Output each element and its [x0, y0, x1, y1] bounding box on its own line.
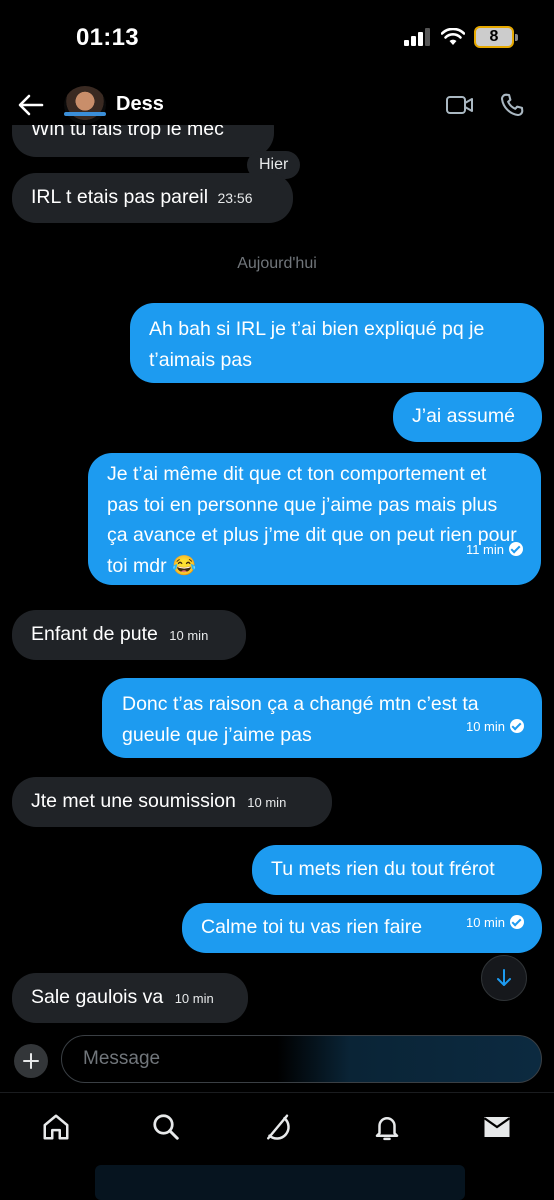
plus-icon [23, 1053, 39, 1069]
message-bubble-outgoing[interactable]: Tu mets rien du tout frérot [252, 845, 542, 895]
message-text: Tu mets rien du tout frérot [271, 858, 495, 880]
nav-notifications[interactable] [367, 1107, 407, 1147]
contact-name[interactable]: Dess [116, 93, 164, 116]
message-placeholder: Message [83, 1048, 161, 1069]
message-time: 10 min [465, 915, 505, 930]
battery-level: 8 [489, 28, 499, 45]
read-check-icon [510, 719, 524, 733]
home-icon [43, 1114, 69, 1140]
nav-messages[interactable] [477, 1107, 517, 1147]
message-bubble-incoming[interactable]: Sale gaulois va 10 min [12, 973, 248, 1023]
message-text: J’ai assumé [412, 405, 515, 427]
arrow-down-icon [497, 969, 511, 986]
bottom-overlay [95, 1165, 465, 1200]
notifications-icon [375, 1117, 399, 1141]
message-text: Wlh tu fais trop le mec [31, 125, 224, 140]
back-button[interactable] [14, 88, 48, 122]
message-status: 11 min [466, 535, 523, 566]
messages-icon [483, 1117, 511, 1137]
arrow-left-icon [18, 94, 44, 116]
message-input[interactable]: Message [61, 1035, 542, 1083]
status-bar: 01:13 8 [0, 0, 554, 78]
voice-call-button[interactable] [496, 90, 528, 120]
add-attachment-button[interactable] [14, 1044, 48, 1078]
conversation-header: Dess [0, 78, 554, 132]
video-camera-icon [446, 96, 473, 114]
nav-grok[interactable] [257, 1107, 297, 1147]
wifi-icon [441, 28, 465, 45]
message-bubble-outgoing[interactable]: Donc t’as raison ça a changé mtn c’est t… [102, 678, 542, 758]
day-separator: Aujourd'hui [237, 255, 317, 272]
message-time: 10 min [169, 628, 209, 643]
message-bubble-incoming[interactable]: Wlh tu fais trop le mec [12, 125, 274, 157]
avatar[interactable] [64, 86, 106, 124]
signal-icon [404, 28, 430, 46]
phone-icon [500, 93, 524, 117]
message-bubble-incoming[interactable]: IRL t etais pas pareil 23:56 [12, 173, 293, 223]
message-text: Ah bah si IRL je t’ai bien expliqué pq j… [149, 318, 485, 371]
message-time: 10 min [247, 795, 287, 810]
message-list[interactable]: Wlh tu fais trop le mec Hier IRL t etais… [0, 125, 554, 1025]
message-bubble-outgoing[interactable]: Je t’ai même dit que ct ton comportement… [88, 453, 541, 585]
message-status: 10 min [466, 907, 524, 938]
message-bubble-outgoing[interactable]: Ah bah si IRL je t’ai bien expliqué pq j… [130, 303, 544, 383]
message-bubble-outgoing[interactable]: Calme toi tu vas rien faire 10 min [182, 903, 542, 953]
message-text: Enfant de pute [31, 623, 158, 645]
search-icon [153, 1114, 179, 1140]
nav-home[interactable] [36, 1107, 76, 1147]
message-time: 11 min [465, 541, 504, 557]
read-check-icon [509, 541, 523, 556]
message-bubble-incoming[interactable]: Enfant de pute 10 min [12, 610, 246, 660]
message-time: 23:56 [217, 190, 253, 206]
message-bubble-outgoing[interactable]: J’ai assumé [393, 392, 542, 442]
message-time: 10 min [465, 719, 505, 734]
status-icons: 8 [404, 26, 518, 48]
message-text: Jte met une soumission [31, 790, 236, 812]
video-call-button[interactable] [444, 90, 476, 120]
grok-icon [267, 1114, 290, 1140]
bottom-navigation [0, 1092, 554, 1159]
message-composer: Message [0, 1035, 554, 1085]
read-check-icon [510, 915, 524, 929]
message-text: Sale gaulois va [31, 986, 164, 1008]
nav-search[interactable] [146, 1107, 186, 1147]
message-status: 10 min [466, 711, 524, 742]
message-text: Donc t’as raison ça a changé mtn c’est t… [122, 693, 479, 746]
status-time: 01:13 [76, 24, 139, 51]
battery-icon: 8 [474, 26, 518, 48]
message-text: IRL t etais pas pareil [31, 186, 209, 208]
message-text: Je t’ai même dit que ct ton comportement… [107, 463, 517, 577]
message-time: 10 min [174, 991, 214, 1006]
message-text: Calme toi tu vas rien faire [201, 916, 423, 938]
scroll-to-bottom-button[interactable] [481, 955, 527, 1001]
message-bubble-incoming[interactable]: Jte met une soumission 10 min [12, 777, 332, 827]
